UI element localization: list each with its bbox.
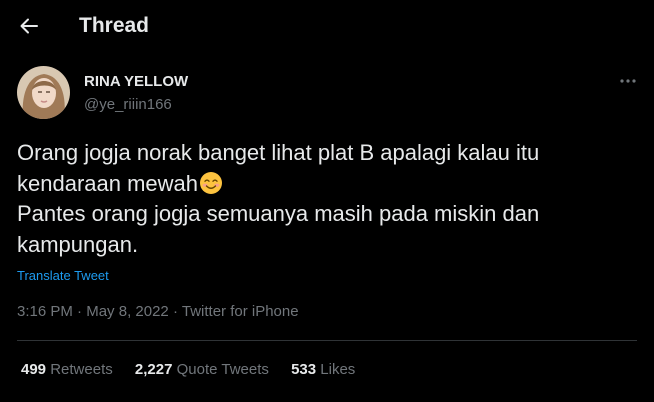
likes-stat[interactable]: 533 Likes — [291, 361, 355, 378]
tweet-text: Orang jogja norak banget lihat plat B ap… — [17, 138, 647, 260]
tweet-metadata: 3:16 PM · May 8, 2022 · Twitter for iPho… — [17, 303, 299, 321]
arrow-left-icon — [20, 18, 38, 34]
separator-dot: · — [77, 303, 83, 320]
translate-tweet-link[interactable]: Translate Tweet — [17, 268, 109, 284]
retweets-count: 499 — [21, 361, 47, 378]
quote-tweets-stat[interactable]: 2,227 Quote Tweets — [135, 361, 269, 378]
tweet-date[interactable]: May 8, 2022 — [86, 303, 169, 320]
smiling-face-emoji-icon — [200, 171, 223, 194]
thread-header: Thread — [0, 0, 654, 52]
separator-dot: · — [172, 303, 178, 320]
avatar[interactable] — [17, 66, 70, 119]
tweet-text-line: Pantes orang jogja semuanya masih pada m… — [17, 201, 540, 226]
back-button[interactable] — [15, 12, 43, 40]
tweet-text-line: kendaraan mewah — [17, 169, 647, 200]
tweet-text-line: Orang jogja norak banget lihat plat B ap… — [17, 140, 540, 165]
author-handle[interactable]: @ye_riiin166 — [84, 96, 172, 114]
more-horizontal-icon — [620, 79, 636, 83]
retweets-label: Retweets — [50, 361, 113, 378]
divider — [17, 340, 637, 341]
more-options-button[interactable] — [614, 72, 642, 90]
tweet-source[interactable]: Twitter for iPhone — [182, 303, 299, 320]
quote-tweets-label: Quote Tweets — [176, 361, 269, 378]
likes-label: Likes — [320, 361, 356, 378]
retweets-stat[interactable]: 499 Retweets — [21, 361, 113, 378]
tweet-time[interactable]: 3:16 PM — [17, 303, 73, 320]
tweet-text-segment: kendaraan mewah — [17, 170, 199, 196]
quote-tweets-count: 2,227 — [134, 361, 173, 378]
author-display-name[interactable]: RINA YELLOW — [84, 73, 188, 91]
tweet-stats: 499 Retweets 2,227 Quote Tweets 533 Like… — [21, 361, 373, 379]
likes-count: 533 — [291, 361, 317, 378]
page-title: Thread — [79, 14, 150, 37]
tweet-text-line: kampungan. — [17, 231, 139, 257]
